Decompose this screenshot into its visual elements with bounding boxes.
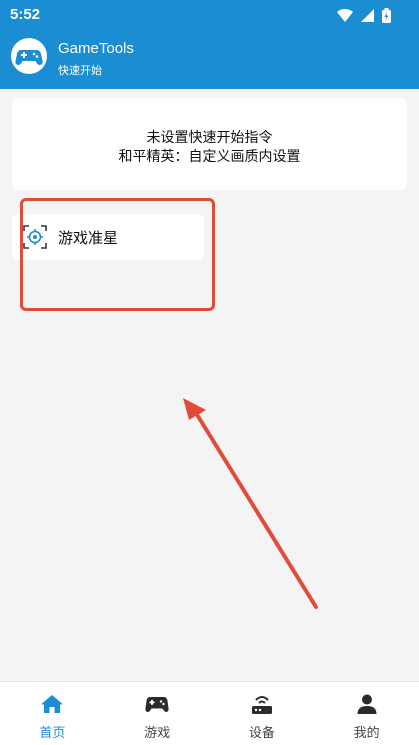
status-bar: 5:52 [0, 0, 419, 30]
quick-start-info-card[interactable]: 未设置快速开始指令 和平精英：自定义画质内设置 [12, 98, 407, 190]
wifi-icon [337, 9, 353, 22]
nav-home-label: 首页 [39, 726, 66, 741]
nav-games[interactable]: 游戏 [105, 682, 210, 745]
gamepad-logo-icon [15, 50, 43, 65]
game-crosshair-card[interactable]: 游戏准星 [12, 214, 204, 260]
info-line-2: 和平精英：自定义画质内设置 [118, 149, 301, 165]
nav-mine-label: 我的 [353, 726, 380, 741]
crosshair-label: 游戏准星 [58, 228, 119, 247]
nav-games-label: 游戏 [144, 726, 171, 741]
status-time: 5:52 [10, 6, 41, 23]
nav-home[interactable]: 首页 [0, 682, 105, 745]
nav-devices[interactable]: 设备 [210, 682, 315, 745]
home-icon [40, 692, 64, 716]
info-line-1: 未设置快速开始指令 [146, 130, 273, 146]
nav-devices-label: 设备 [248, 726, 275, 741]
battery-icon [382, 8, 391, 23]
signal-icon [361, 9, 374, 22]
app-title: GameTools [58, 40, 134, 57]
person-icon [355, 692, 379, 716]
app-subtitle: 快速开始 [58, 64, 102, 77]
crosshair-icon [23, 225, 47, 249]
app-logo [11, 38, 47, 74]
app-bar: 5:52 GameTools 快速开始 [0, 0, 419, 89]
bottom-nav: 首页 游戏 设备 我的 [0, 681, 419, 745]
nav-mine[interactable]: 我的 [314, 682, 419, 745]
status-icons [337, 8, 391, 23]
gamepad-icon [145, 692, 169, 716]
router-icon [250, 692, 274, 716]
